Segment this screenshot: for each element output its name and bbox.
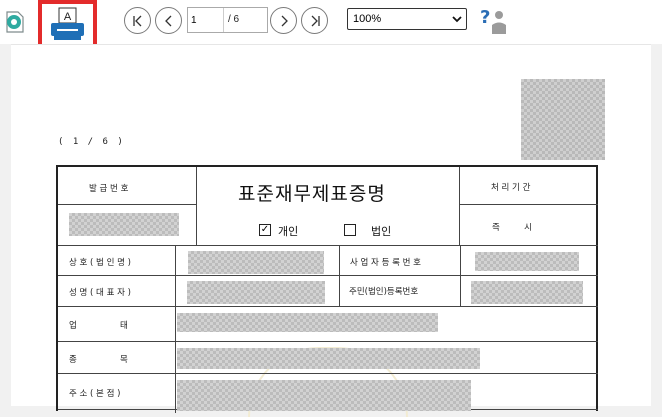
business-reg-label: 사 업 자 등 록 번 호 xyxy=(350,258,421,268)
resident-no-label: 주민(법인)등록번호 xyxy=(349,287,419,297)
individual-checkbox[interactable]: ✓ xyxy=(259,224,271,236)
business-reg-redacted xyxy=(475,252,579,271)
first-page-icon xyxy=(132,15,141,26)
divider xyxy=(58,245,598,246)
next-page-icon xyxy=(281,15,288,26)
divider xyxy=(459,167,460,245)
document-page: ( 1 / 6 ) 발 급 번 호 표준재무제표증명 ✓ 개인 법인 처 리 기… xyxy=(11,44,651,417)
divider xyxy=(58,341,598,342)
next-page-button[interactable] xyxy=(270,7,297,34)
help-icon[interactable]: ? xyxy=(480,6,510,36)
page-number-box: / 6 xyxy=(187,7,268,33)
name-redacted xyxy=(187,281,325,304)
business-type-label: 업 태 xyxy=(69,321,128,331)
page-indicator: ( 1 / 6 ) xyxy=(58,137,125,147)
chevron-down-icon xyxy=(452,16,462,23)
issue-no-label: 발 급 번 호 xyxy=(89,184,129,194)
divider xyxy=(58,275,598,276)
page-total: / 6 xyxy=(228,14,240,25)
divider xyxy=(58,306,598,307)
print-label: A xyxy=(64,11,72,23)
address-redacted xyxy=(177,380,471,411)
page-number-input[interactable] xyxy=(188,8,224,32)
company-name-label: 상 호 ( 법 인 명 ) xyxy=(69,258,131,268)
immediate-label: 즉 시 xyxy=(492,223,532,233)
divider xyxy=(339,245,340,306)
address-label: 주 소 ( 본 점 ) xyxy=(69,389,121,399)
divider xyxy=(459,204,598,205)
last-page-icon xyxy=(311,15,320,26)
form-title: 표준재무제표증명 xyxy=(238,183,386,205)
financial-statement-form: 발 급 번 호 표준재무제표증명 ✓ 개인 법인 처 리 기 간 즉 시 상 호… xyxy=(56,165,598,417)
corporation-checkbox[interactable] xyxy=(344,224,356,236)
zoom-select[interactable]: 100% xyxy=(347,8,467,30)
corporation-label: 법인 xyxy=(371,225,392,238)
business-item-redacted xyxy=(177,348,480,369)
business-type-redacted xyxy=(177,313,438,332)
processing-period-label: 처 리 기 간 xyxy=(491,183,531,193)
divider xyxy=(175,245,176,413)
resident-no-redacted xyxy=(471,281,583,304)
prev-page-button[interactable] xyxy=(155,7,182,34)
individual-label: 개인 xyxy=(278,225,299,238)
page-top-border xyxy=(11,44,651,45)
divider xyxy=(58,204,196,205)
document-view-icon[interactable] xyxy=(4,9,26,35)
zoom-value: 100% xyxy=(353,13,382,25)
company-name-redacted xyxy=(188,251,324,274)
first-page-button[interactable] xyxy=(124,7,151,34)
last-page-button[interactable] xyxy=(301,7,328,34)
name-label: 성 명 ( 대 표 자 ) xyxy=(69,288,131,298)
toolbar: A / 6 100% ? xyxy=(0,0,662,64)
svg-text:?: ? xyxy=(480,7,490,28)
prev-page-icon xyxy=(164,15,171,26)
issue-no-redacted xyxy=(69,213,179,236)
business-item-label: 종 목 xyxy=(69,355,128,365)
divider xyxy=(58,373,598,374)
photo-redacted xyxy=(521,79,605,160)
divider xyxy=(196,167,197,245)
divider xyxy=(460,245,461,306)
